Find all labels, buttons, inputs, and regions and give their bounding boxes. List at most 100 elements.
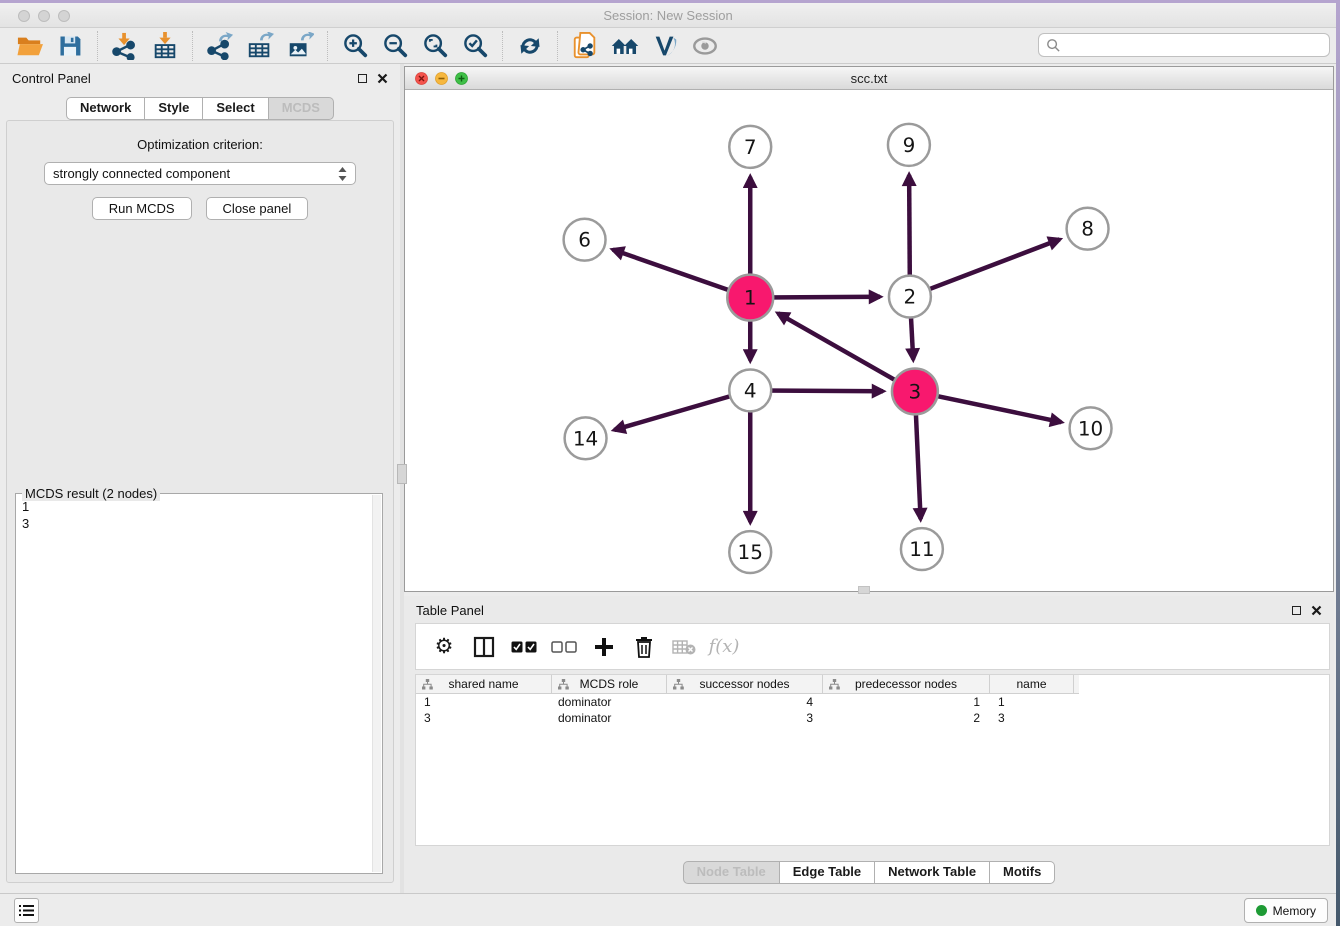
graph-node-label: 8 — [1081, 217, 1094, 241]
table-cell: 1 — [823, 695, 990, 709]
desktop-edge-right — [1336, 0, 1340, 926]
column-header-mcds-role[interactable]: MCDS role — [552, 675, 667, 693]
select-all-icon[interactable] — [506, 630, 542, 664]
tab-edge-table[interactable]: Edge Table — [780, 861, 875, 884]
graph-node-label: 7 — [744, 135, 757, 159]
add-row-plus-icon[interactable] — [586, 630, 622, 664]
graph-node-label: 14 — [573, 426, 598, 450]
minimize-window-button[interactable] — [38, 10, 50, 22]
table-toolbar: ⚙ f(x) — [415, 623, 1330, 670]
table-panel-title: Table Panel — [416, 603, 1292, 618]
hierarchy-icon — [422, 679, 433, 690]
graph-node-label: 4 — [744, 378, 757, 402]
tab-network-table[interactable]: Network Table — [875, 861, 990, 884]
task-history-button[interactable] — [14, 898, 39, 923]
zoom-fit-icon[interactable] — [418, 30, 452, 62]
graph-node-label: 6 — [578, 228, 591, 252]
hierarchy-icon — [829, 679, 840, 690]
window-title: Session: New Session — [0, 3, 1336, 28]
splitter-handle-left[interactable] — [397, 464, 407, 484]
table-cell: 4 — [667, 695, 823, 709]
network-graph[interactable]: 7968124314101511 — [405, 91, 1333, 591]
graph-node-label: 15 — [738, 540, 763, 564]
open-session-icon[interactable] — [13, 30, 47, 62]
search-field[interactable] — [1038, 33, 1330, 57]
function-builder-fx-icon: f(x) — [706, 630, 742, 664]
table-panel: Table Panel ⚙ f(x) shar — [404, 596, 1334, 893]
export-network-icon[interactable] — [203, 30, 237, 62]
tab-node-table[interactable]: Node Table — [683, 861, 780, 884]
network-minimize-button[interactable] — [435, 72, 448, 85]
toolbar-separator — [502, 31, 503, 61]
memory-status-dot — [1256, 905, 1267, 916]
float-table-panel-icon[interactable] — [1292, 606, 1301, 615]
memory-label: Memory — [1273, 904, 1316, 918]
export-table-icon[interactable] — [243, 30, 277, 62]
show-column-icon[interactable] — [466, 630, 502, 664]
close-panel-button[interactable]: Close panel — [206, 197, 309, 220]
table-cell: 1 — [990, 695, 1074, 709]
table-row[interactable]: 3dominator323 — [416, 710, 1329, 726]
result-scrollbar[interactable] — [372, 495, 381, 872]
save-session-icon[interactable] — [53, 30, 87, 62]
tab-mcds[interactable]: MCDS — [269, 97, 334, 120]
criterion-value: strongly connected component — [53, 166, 338, 181]
zoom-window-button[interactable] — [58, 10, 70, 22]
column-header-predecessor-nodes[interactable]: predecessor nodes — [823, 675, 990, 693]
delete-table-icon — [666, 630, 702, 664]
network-close-button[interactable] — [415, 72, 428, 85]
mcds-result-title: MCDS result (2 nodes) — [22, 486, 160, 501]
column-header-successor-nodes[interactable]: successor nodes — [667, 675, 823, 693]
dropdown-stepper-icon — [338, 167, 347, 181]
search-icon — [1046, 38, 1061, 53]
mcds-panel-body: Optimization criterion: strongly connect… — [6, 120, 394, 883]
float-panel-icon[interactable] — [358, 74, 367, 83]
close-window-button[interactable] — [18, 10, 30, 22]
criterion-dropdown[interactable]: strongly connected component — [44, 162, 356, 185]
table-cell: 2 — [823, 711, 990, 725]
memory-button[interactable]: Memory — [1244, 898, 1328, 923]
tab-select[interactable]: Select — [203, 97, 268, 120]
apply-layout-icon[interactable] — [513, 30, 547, 62]
tab-network[interactable]: Network — [66, 97, 145, 120]
table-options-gear-icon[interactable]: ⚙ — [426, 630, 462, 664]
network-view-window: scc.txt 7968124314101511 — [404, 66, 1334, 592]
status-bar: Memory — [0, 893, 1340, 926]
table-cell: 3 — [667, 711, 823, 725]
control-panel: Control Panel Network Style Select MCDS … — [0, 64, 400, 893]
import-table-icon[interactable] — [148, 30, 182, 62]
vizmapper-icon[interactable] — [648, 30, 682, 62]
table-row[interactable]: 1dominator411 — [416, 694, 1329, 710]
table-header-row: shared name MCDS role successor nodes pr… — [416, 675, 1079, 694]
delete-row-trash-icon[interactable] — [626, 630, 662, 664]
clone-network-icon[interactable] — [568, 30, 602, 62]
zoom-selected-icon[interactable] — [458, 30, 492, 62]
control-panel-tabs: Network Style Select MCDS — [0, 97, 400, 120]
network-window-titlebar[interactable]: scc.txt — [405, 67, 1333, 90]
column-header-name[interactable]: name — [990, 675, 1074, 693]
import-network-icon[interactable] — [108, 30, 142, 62]
network-canvas[interactable]: 7968124314101511 — [405, 91, 1333, 591]
zoom-out-icon[interactable] — [378, 30, 412, 62]
graph-edge-2-8[interactable] — [910, 239, 1060, 296]
splitter-handle-bottom[interactable] — [858, 586, 870, 594]
tab-motifs[interactable]: Motifs — [990, 861, 1055, 884]
close-table-panel-icon[interactable] — [1311, 605, 1322, 616]
run-mcds-button[interactable]: Run MCDS — [92, 197, 192, 220]
toolbar-separator — [97, 31, 98, 61]
graph-node-label: 3 — [909, 379, 922, 403]
hierarchy-icon — [673, 679, 684, 690]
export-image-icon[interactable] — [283, 30, 317, 62]
deselect-all-icon[interactable] — [546, 630, 582, 664]
network-zoom-button[interactable] — [455, 72, 468, 85]
column-header-shared-name[interactable]: shared name — [416, 675, 552, 693]
graph-node-label: 1 — [744, 286, 757, 310]
control-panel-title: Control Panel — [12, 71, 358, 86]
mcds-result-box: MCDS result (2 nodes) 1 3 — [15, 493, 383, 874]
close-panel-icon[interactable] — [377, 73, 388, 84]
zoom-in-icon[interactable] — [338, 30, 372, 62]
first-neighbors-icon[interactable] — [608, 30, 642, 62]
search-input[interactable] — [1066, 38, 1322, 53]
tab-style[interactable]: Style — [145, 97, 203, 120]
table-cell: 3 — [990, 711, 1074, 725]
